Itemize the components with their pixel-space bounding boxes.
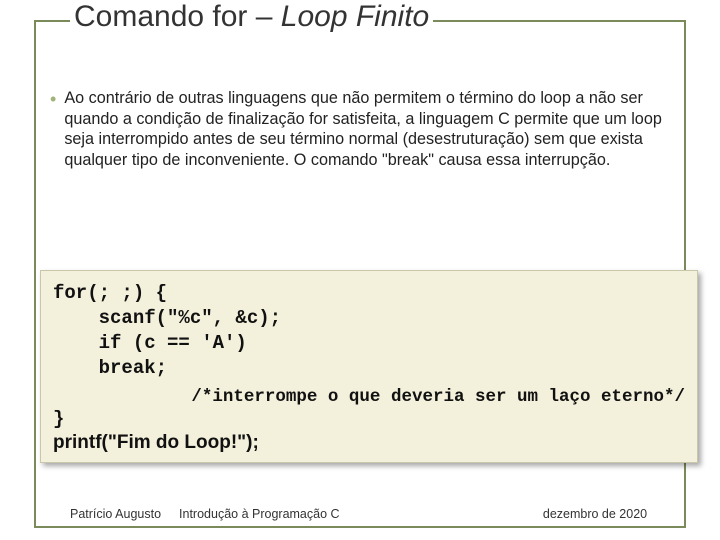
footer-course: Introdução à Programação C	[179, 507, 340, 522]
title-text-italic: Loop Finito	[281, 0, 429, 33]
code-line-2: scanf("%c", &c);	[53, 306, 685, 331]
footer-author: Patrício Augusto	[70, 507, 161, 522]
code-box: for(; ;) { scanf("%c", &c); if (c == 'A'…	[40, 270, 698, 463]
title-text-plain: Comando for –	[74, 0, 281, 33]
code-line-1: for(; ;) {	[53, 281, 685, 306]
code-line-3: if (c == 'A')	[53, 331, 685, 356]
paragraph-text: Ao contrário de outras linguagens que nã…	[64, 88, 676, 171]
code-comment: /*interrompe o que deveria ser um laço e…	[53, 381, 685, 407]
code-line-4: break;	[53, 356, 685, 381]
bullet-paragraph: • Ao contrário de outras linguagens que …	[50, 88, 676, 171]
code-line-5: }	[53, 407, 685, 432]
code-line-6: printf("Fim do Loop!");	[53, 432, 685, 454]
slide-title: Comando for – Loop Finito	[70, 0, 433, 34]
slide-footer: Patrício Augusto Introdução à Programaçã…	[70, 507, 650, 522]
bullet-marker: •	[50, 88, 56, 171]
footer-date: dezembro de 2020	[540, 507, 650, 522]
